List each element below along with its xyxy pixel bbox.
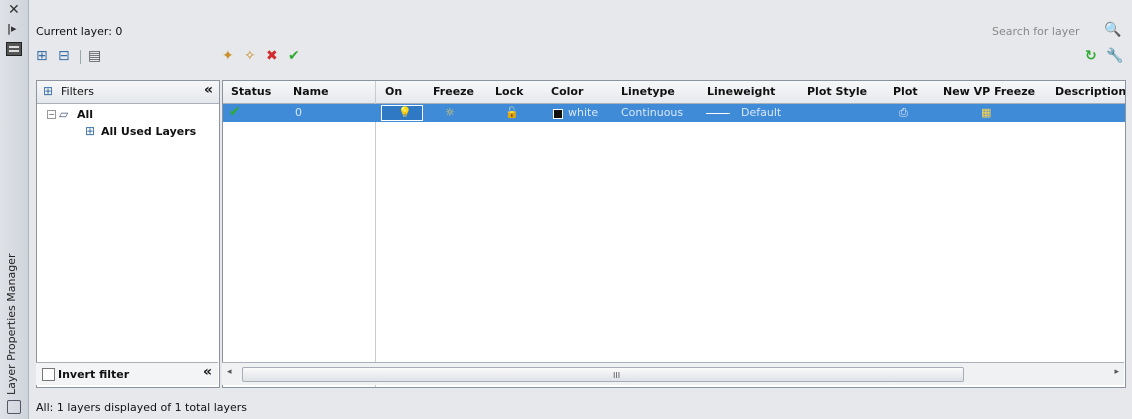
layer-states-manager-icon[interactable]: ▤ xyxy=(88,48,101,64)
column-new-vp-freeze[interactable]: New VP Freeze xyxy=(943,85,1035,98)
autohide-icon[interactable]: |▸ xyxy=(7,22,17,35)
filter-icon: ⊞ xyxy=(43,84,54,98)
sun-icon[interactable]: ☼ xyxy=(445,106,455,119)
scroll-left-icon[interactable]: ◂ xyxy=(227,367,232,377)
close-icon[interactable]: ✕ xyxy=(8,2,20,18)
unlock-icon[interactable]: 🔓 xyxy=(505,106,519,119)
collapse-filters-icon[interactable]: « xyxy=(204,82,213,98)
scroll-right-icon[interactable]: ▸ xyxy=(1114,367,1119,377)
lightbulb-icon[interactable]: 💡 xyxy=(398,106,412,119)
toolbar-separator xyxy=(80,50,81,64)
column-lineweight[interactable]: Lineweight xyxy=(707,85,775,98)
column-on[interactable]: On xyxy=(385,85,402,98)
status-text: All: 1 layers displayed of 1 total layer… xyxy=(36,401,248,414)
table-row[interactable]: ✔ 0 💡 ☼ 🔓 white Continuous Default ⎙ ▦ xyxy=(223,104,1125,122)
layer-linetype[interactable]: Continuous xyxy=(621,106,683,119)
set-current-icon[interactable]: ✔ xyxy=(288,48,300,64)
invert-filter-row: Invert filter « xyxy=(36,362,218,385)
properties-icon[interactable] xyxy=(6,42,22,56)
collapse-panel-icon[interactable]: « xyxy=(203,364,212,380)
palette-menu-icon[interactable] xyxy=(7,400,21,414)
color-swatch[interactable] xyxy=(553,109,563,119)
layer-list-header: Status Name On Freeze Lock Color Linetyp… xyxy=(223,81,1125,104)
column-lock[interactable]: Lock xyxy=(495,85,523,98)
palette-titlebar[interactable]: ✕ |▸ Layer Properties Manager xyxy=(0,0,29,419)
column-linetype[interactable]: Linetype xyxy=(621,85,675,98)
tree-collapse-icon[interactable]: − xyxy=(47,110,56,119)
scrollbar-grip: III xyxy=(613,371,621,380)
new-layer-vp-frozen-icon[interactable]: ✧ xyxy=(244,48,256,64)
filter-icon: ⊞ xyxy=(85,124,96,138)
column-plot[interactable]: Plot xyxy=(893,85,918,98)
vp-freeze-icon[interactable]: ▦ xyxy=(981,106,991,119)
column-plot-style[interactable]: Plot Style xyxy=(807,85,867,98)
column-name[interactable]: Name xyxy=(293,85,329,98)
layer-color[interactable]: white xyxy=(568,106,598,119)
filters-panel: ⊞ Filters « − ▱ All ⊞ All Used Layers xyxy=(36,80,220,388)
layer-list: Status Name On Freeze Lock Color Linetyp… xyxy=(222,80,1126,388)
printer-icon[interactable]: ⎙ xyxy=(899,106,908,120)
column-color[interactable]: Color xyxy=(551,85,583,98)
new-property-filter-icon[interactable]: ⊞ xyxy=(36,48,48,64)
layer-name[interactable]: 0 xyxy=(295,106,302,119)
refresh-icon[interactable]: ↻ xyxy=(1085,48,1097,64)
palette-title: Layer Properties Manager xyxy=(5,253,18,395)
current-layer-label: Current layer: 0 xyxy=(36,25,123,38)
layers-icon: ▱ xyxy=(59,107,69,121)
layer-lineweight[interactable]: Default xyxy=(741,106,781,119)
scrollbar-thumb[interactable]: III xyxy=(242,367,964,382)
new-layer-icon[interactable]: ✦ xyxy=(222,48,234,64)
horizontal-scrollbar[interactable]: ◂ III ▸ xyxy=(222,362,1124,385)
tree-item-all-used-layers[interactable]: All Used Layers xyxy=(101,125,196,138)
search-icon[interactable]: 🔍 xyxy=(1104,22,1121,38)
invert-filter-label: Invert filter xyxy=(58,368,130,381)
tree-item-all[interactable]: All xyxy=(77,108,93,121)
settings-icon[interactable]: 🔧 xyxy=(1106,48,1123,64)
column-description[interactable]: Description xyxy=(1055,85,1125,98)
filters-header: ⊞ Filters « xyxy=(37,81,219,104)
new-group-filter-icon[interactable]: ⊟ xyxy=(58,48,70,64)
column-freeze[interactable]: Freeze xyxy=(433,85,474,98)
delete-layer-icon[interactable]: ✖ xyxy=(266,48,278,64)
column-divider xyxy=(375,81,376,387)
invert-filter-checkbox[interactable] xyxy=(42,368,55,381)
filters-title: Filters xyxy=(61,85,94,98)
search-input[interactable]: Search for layer xyxy=(992,25,1080,38)
lineweight-sample xyxy=(706,113,730,114)
column-status[interactable]: Status xyxy=(231,85,271,98)
current-layer-check-icon: ✔ xyxy=(229,104,241,120)
